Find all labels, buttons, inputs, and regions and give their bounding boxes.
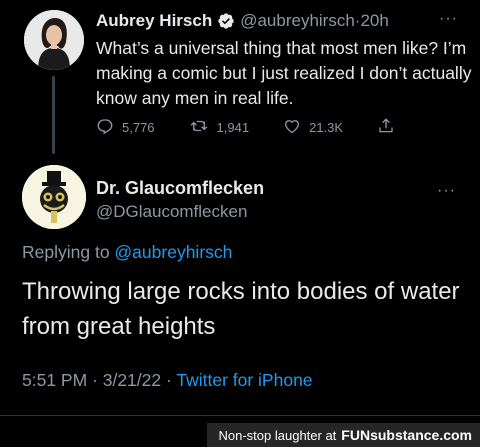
tweet-original-header: Aubrey Hirsch @aubreyhirsch · 20h [96,10,470,32]
verified-badge-icon [217,12,235,30]
watermark-banner: Non-stop laughter at FUNsubstance.com [206,423,480,447]
like-button[interactable]: 21.3K [283,117,343,138]
tweet-original-text: What’s a universal thing that most men l… [96,38,472,108]
watermark-brand: FUNsubstance.com [341,427,472,443]
tweet-reply-header: Dr. Glaucomflecken @DGlaucomflecken [96,176,264,222]
retweet-button[interactable]: 1,941 [189,117,250,138]
share-button[interactable] [377,117,403,138]
retweet-icon [189,117,217,138]
reply-button[interactable]: 5,776 [96,117,155,138]
share-icon [377,117,403,138]
tweet-reply-text: Throwing large rocks into bodies of wate… [22,278,460,340]
reply-more-icon[interactable]: ··· [437,182,456,200]
replying-to-line: Replying to @aubreyhirsch [22,242,232,263]
like-count: 21.3K [309,120,344,135]
retweet-count: 1,941 [216,120,250,135]
reply-count: 5,776 [122,120,155,135]
tweet-time[interactable]: 20h [360,11,388,31]
replying-to-mention[interactable]: @aubreyhirsch [114,242,232,262]
tweet-actions: 5,776 1,941 21.3K [96,117,426,138]
divider [0,415,480,416]
tweet-reply-timestamp[interactable]: 5:51 PM · 3/21/22 · [22,370,176,390]
reply-author-handle[interactable]: @DGlaucomflecken [96,202,264,222]
tweet-reply-meta: 5:51 PM · 3/21/22 · Twitter for iPhone [22,370,313,391]
more-icon[interactable]: ··· [439,10,458,28]
tweet-original[interactable]: Aubrey Hirsch @aubreyhirsch · 20h ··· Wh… [96,10,471,135]
replying-to-prefix: Replying to [22,242,115,262]
avatar-dr-glaucomflecken[interactable] [22,165,86,229]
reply-icon [96,117,122,138]
tweet-source-link[interactable]: Twitter for iPhone [176,370,312,390]
watermark-caption: Non-stop laughter at [218,427,337,443]
author-name[interactable]: Aubrey Hirsch [96,11,212,31]
thread-connector-line [52,76,55,154]
avatar-aubrey-hirsch[interactable] [24,10,84,70]
author-handle[interactable]: @aubreyhirsch [240,11,355,31]
like-icon [283,117,309,138]
reply-author-name[interactable]: Dr. Glaucomflecken [96,176,264,200]
